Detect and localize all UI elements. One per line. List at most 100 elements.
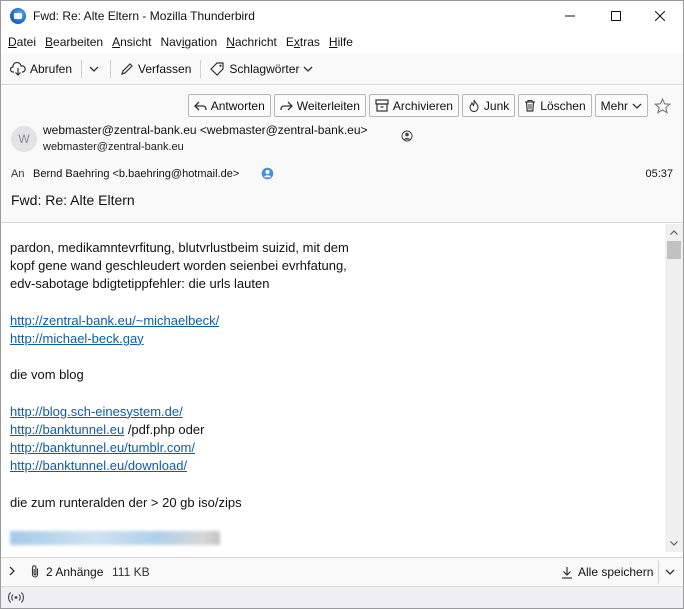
archive-label: Archivieren	[392, 98, 453, 113]
pencil-icon	[121, 63, 133, 75]
save-all-dropdown[interactable]	[658, 561, 680, 583]
star-icon	[654, 97, 671, 114]
forward-label: Weiterleiten	[296, 98, 360, 113]
write-button[interactable]: Verfassen	[115, 57, 196, 81]
menu-message[interactable]: Nachricht	[223, 35, 280, 49]
maximize-button[interactable]	[593, 1, 639, 31]
toolbar-divider	[110, 60, 112, 78]
body-scrollbar[interactable]	[665, 224, 683, 552]
online-status-icon[interactable]	[8, 591, 24, 604]
save-all-label: Alle speichern	[578, 565, 654, 579]
body-link[interactable]: http://banktunnel.eu/tumblr.com/	[10, 440, 195, 455]
message-header: Antworten Weiterleiten Archivieren Junk …	[1, 86, 683, 223]
body-link[interactable]: http://banktunnel.eu	[10, 422, 124, 437]
title-bar: Fwd: Re: Alte Eltern - Mozilla Thunderbi…	[1, 1, 683, 31]
menu-edit[interactable]: Bearbeiten	[42, 35, 106, 49]
body-blank-line	[10, 294, 650, 312]
toolbar-divider	[200, 60, 202, 78]
tags-label: Schlagwörter	[229, 62, 300, 76]
sender-address[interactable]: webmaster@zentral-bank.eu <webmaster@zen…	[43, 123, 368, 137]
menu-bar: Datei Bearbeiten Ansicht Navigation Nach…	[1, 31, 683, 53]
sender-avatar: W	[11, 126, 37, 152]
get-messages-label: Abrufen	[30, 62, 73, 76]
get-messages-button[interactable]: Abrufen	[5, 57, 77, 81]
menu-help[interactable]: Hilfe	[326, 35, 356, 49]
junk-label: Junk	[483, 98, 510, 113]
status-bar	[1, 586, 683, 608]
scroll-down-button[interactable]	[665, 535, 683, 552]
header-actions: Antworten Weiterleiten Archivieren Junk …	[185, 94, 674, 117]
body-line: pardon, medikamntevrfitung, blutvrlustbe…	[10, 240, 349, 255]
chevron-down-icon	[670, 541, 678, 546]
more-button[interactable]: Mehr	[594, 94, 648, 117]
maximize-icon	[611, 11, 621, 21]
forward-icon	[280, 101, 293, 110]
minimize-button[interactable]	[547, 1, 593, 31]
contact-card-icon[interactable]	[261, 167, 274, 180]
body-blank-line	[10, 385, 650, 403]
body-link[interactable]: http://zentral-bank.eu/~michaelbeck/	[10, 313, 219, 328]
more-label: Mehr	[600, 98, 628, 113]
scroll-up-button[interactable]	[665, 224, 683, 241]
download-icon	[562, 566, 572, 579]
chevron-down-icon	[89, 66, 99, 72]
window-title: Fwd: Re: Alte Eltern - Mozilla Thunderbi…	[33, 9, 255, 23]
cut-off-text-line	[10, 531, 220, 545]
body-blank-line	[10, 475, 650, 493]
sender-secondary-address: webmaster@zentral-bank.eu	[43, 141, 184, 153]
menu-view[interactable]: Ansicht	[109, 35, 154, 49]
link-line: http://michael-beck.gay	[10, 330, 650, 348]
chevron-down-icon	[632, 103, 642, 109]
star-button[interactable]	[651, 94, 674, 117]
flame-icon	[469, 99, 479, 112]
body-line: kopf gene wand geschleudert worden seien…	[10, 258, 347, 274]
toolbar-divider	[81, 60, 83, 78]
link-line: http://zentral-bank.eu/~michaelbeck/	[10, 312, 650, 330]
tags-button[interactable]: Schlagwörter	[205, 57, 318, 81]
reply-button[interactable]: Antworten	[187, 94, 271, 117]
scrollbar-thumb[interactable]	[667, 241, 681, 259]
attachment-bar: 2 Anhänge 111 KB Alle speichern	[1, 557, 683, 585]
minimize-icon	[565, 15, 575, 17]
thunderbird-logo-icon	[10, 8, 26, 24]
add-contact-icon[interactable]	[401, 130, 413, 142]
reply-icon	[193, 101, 207, 110]
thunderbird-window: Fwd: Re: Alte Eltern - Mozilla Thunderbi…	[0, 0, 684, 609]
archive-button[interactable]: Archivieren	[368, 94, 459, 117]
delete-label: Löschen	[540, 98, 586, 113]
archive-icon	[375, 99, 389, 112]
message-subject: Fwd: Re: Alte Eltern	[11, 192, 135, 208]
body-line: die zum runteralden der > 20 gb iso/zips	[10, 494, 242, 510]
attachment-count[interactable]: 2 Anhänge	[46, 565, 103, 579]
main-toolbar: Abrufen Verfassen Schlagwörter	[1, 54, 683, 85]
body-link[interactable]: http://blog.sch-einesystem.de/	[10, 404, 183, 419]
link-line: http://banktunnel.eu/download/	[10, 457, 650, 475]
body-link[interactable]: http://michael-beck.gay	[10, 331, 144, 346]
write-label: Verfassen	[138, 62, 192, 76]
message-body: pardon, medikamntevrfitung, blutvrlustbe…	[1, 224, 665, 552]
close-button[interactable]	[637, 1, 683, 31]
link-line: http://blog.sch-einesystem.de/	[10, 403, 650, 421]
body-blank-line	[10, 348, 650, 366]
attachment-size: 111 KB	[112, 565, 150, 579]
body-link[interactable]: http://banktunnel.eu/download/	[10, 458, 187, 473]
chevron-down-icon	[665, 569, 674, 575]
reply-label: Antworten	[210, 98, 265, 113]
chevron-down-icon	[303, 66, 313, 72]
delete-button[interactable]: Löschen	[518, 94, 592, 117]
junk-button[interactable]: Junk	[461, 94, 516, 117]
menu-file[interactable]: Datei	[5, 35, 39, 49]
close-icon	[655, 11, 665, 21]
chevron-up-icon	[670, 230, 678, 235]
save-all-button[interactable]: Alle speichern	[561, 561, 653, 583]
body-line: edv-sabotage bdigtetippfehler: die urls …	[10, 276, 270, 292]
cloud-download-icon	[10, 62, 26, 76]
get-messages-dropdown[interactable]	[86, 57, 106, 81]
menu-tools[interactable]: Extras	[283, 35, 323, 49]
recipient-address[interactable]: Bernd Baehring <b.baehring@hotmail.de>	[33, 168, 239, 180]
chevron-right-icon[interactable]	[7, 565, 17, 577]
forward-button[interactable]: Weiterleiten	[273, 94, 366, 117]
tag-icon	[210, 62, 225, 76]
link-line: http://banktunnel.eu/tumblr.com/	[10, 439, 650, 457]
menu-navigation[interactable]: Navigation	[157, 35, 220, 49]
